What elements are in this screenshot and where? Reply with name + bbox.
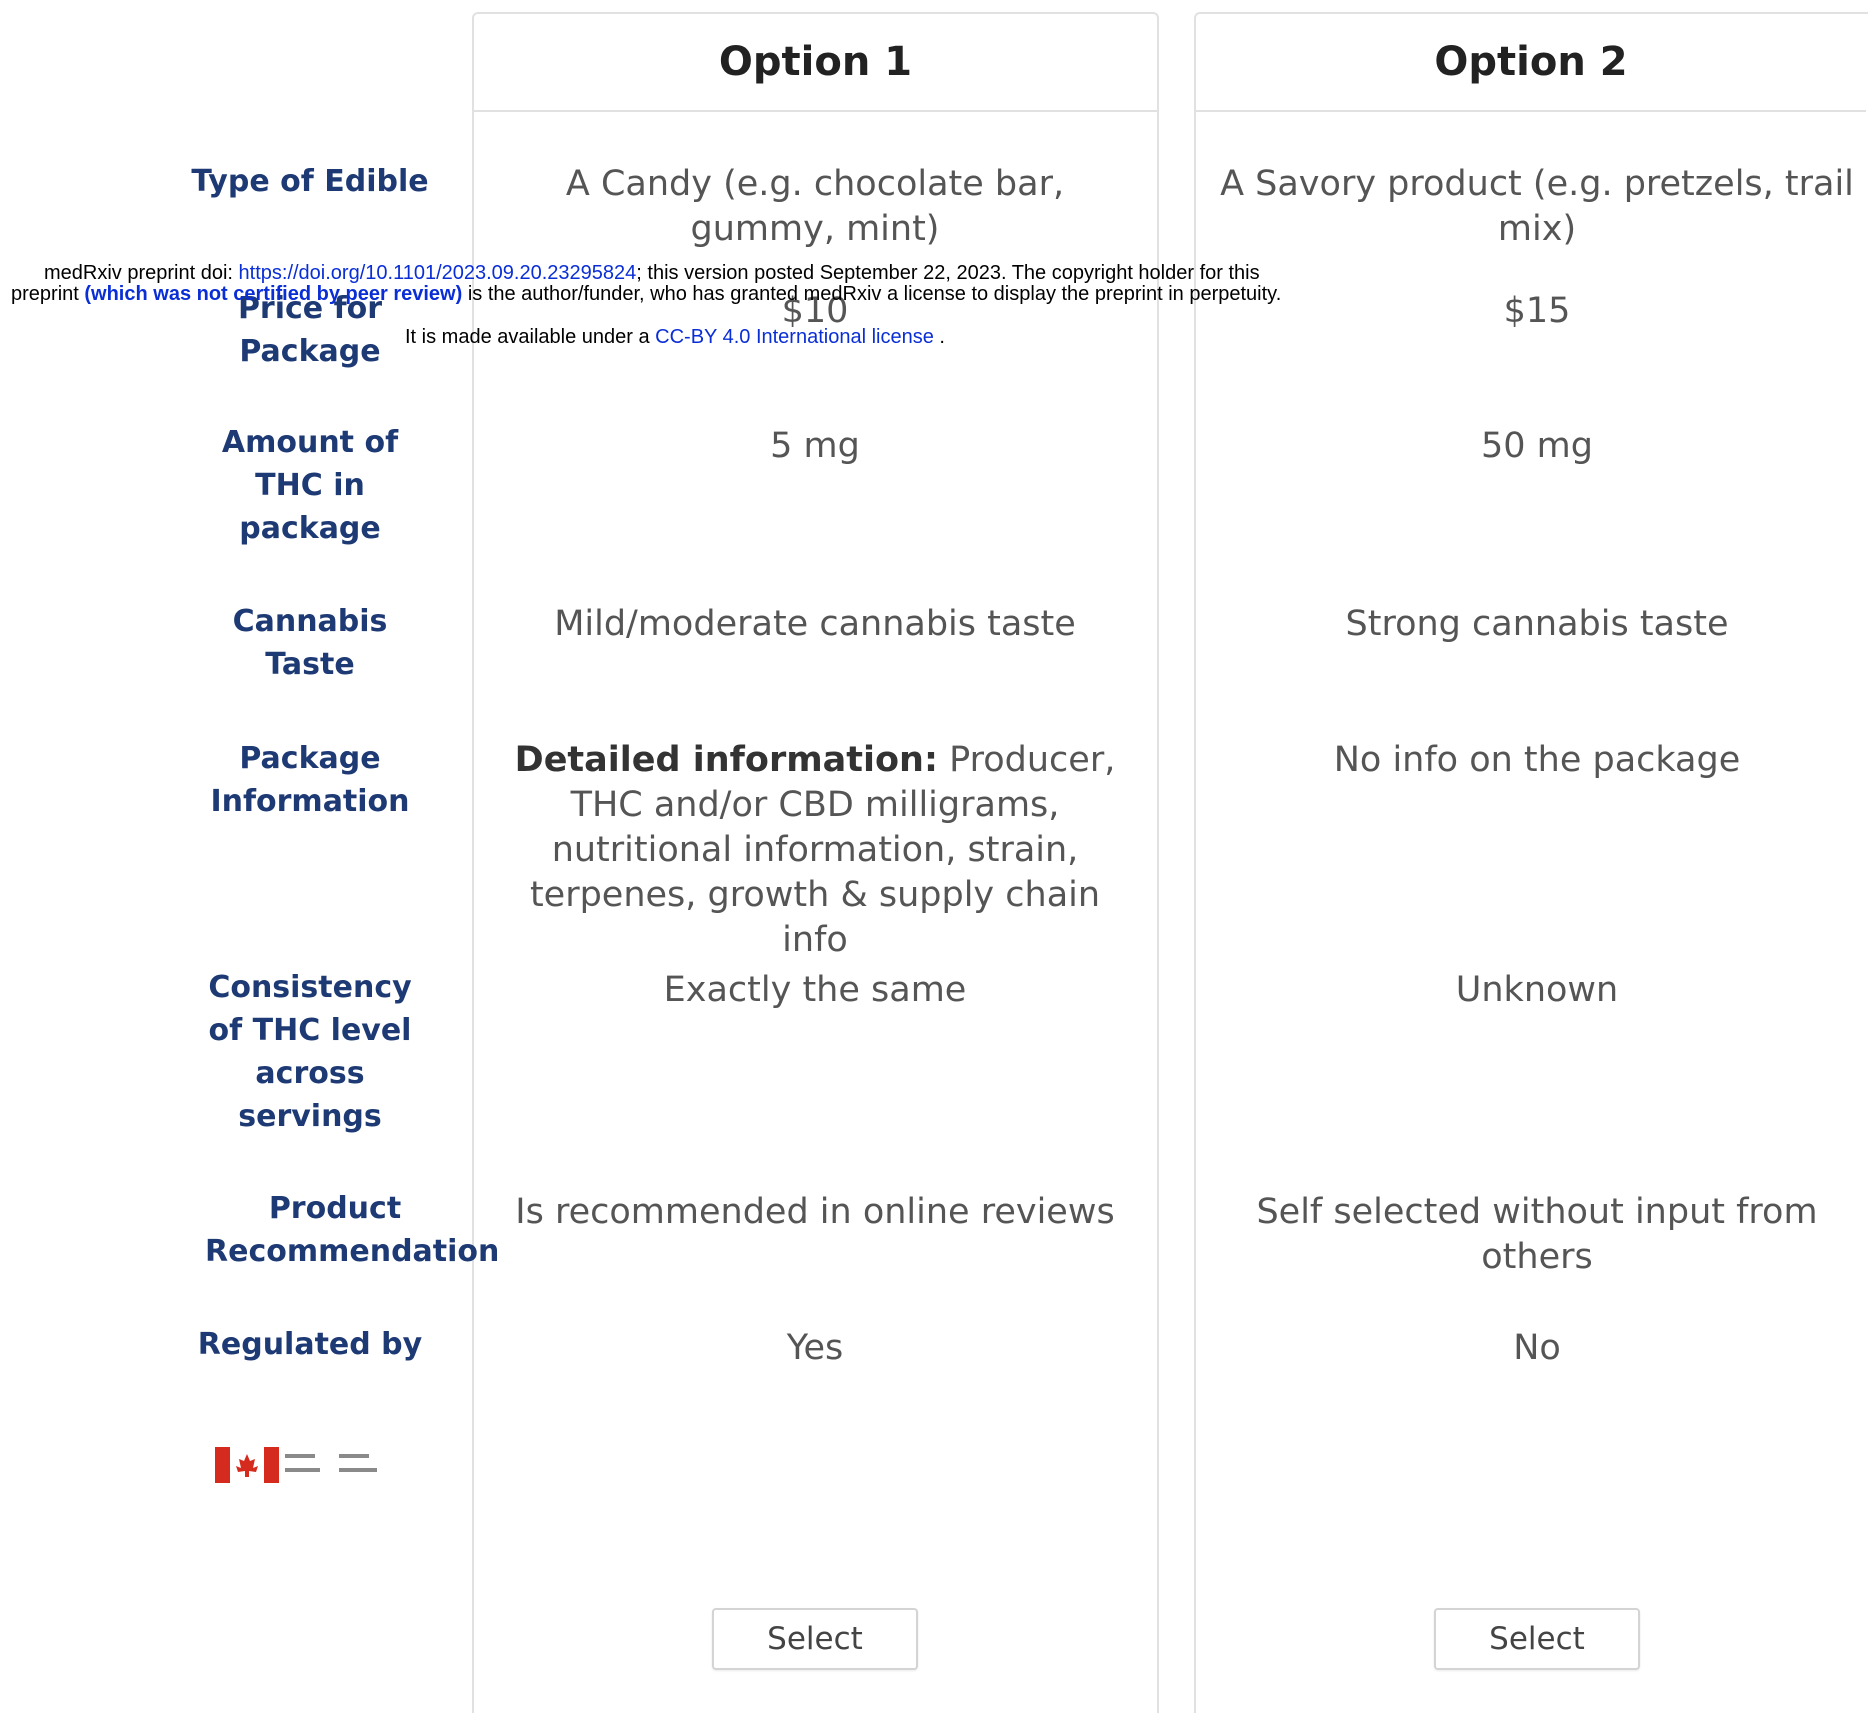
option-1-cannabis-taste: Mild/moderate cannabis taste [554, 604, 1076, 644]
preprint-notice-line-1: medRxiv preprint doi: https://doi.org/10… [44, 262, 1260, 284]
option-2-thc-consistency: Unknown [1455, 970, 1619, 1010]
option-2-select-button[interactable]: Select [1434, 1608, 1640, 1670]
option-1-select-button[interactable]: Select [712, 1608, 918, 1670]
preprint-notice-prefix: medRxiv preprint doi: [44, 262, 239, 284]
attribute-label-cannabis-taste: Cannabis Taste [232, 604, 388, 682]
option-2-type-of-edible: A Savory product (e.g. pretzels, trail m… [1220, 164, 1854, 249]
option-2-price: $15 [1503, 291, 1571, 331]
attribute-label-package-information: Package Information [210, 741, 410, 819]
preprint-notice-line-2-prefix: preprint [11, 283, 85, 305]
option-2-package-information: No info on the package [1333, 740, 1741, 780]
attribute-label-thc-amount: Amount of THC in package [221, 425, 399, 546]
option-1-type-of-edible: A Candy (e.g. chocolate bar, gummy, mint… [565, 164, 1065, 249]
option-2-thc-amount: 50 mg [1481, 426, 1593, 466]
attribute-label-thc-consistency: Consistency of THC level across servings [208, 970, 412, 1134]
option-2-title: Option 2 [1196, 14, 1866, 112]
option-1-package-information-bold: Detailed information: [514, 740, 938, 780]
license-link[interactable]: CC-BY 4.0 International license [655, 326, 934, 348]
option-2-card: Option 2 [1194, 12, 1868, 1713]
option-2-cannabis-taste: Strong cannabis taste [1345, 604, 1729, 644]
option-2-regulated: No [1513, 1328, 1561, 1368]
attribute-label-regulated-by: Regulated by [197, 1327, 423, 1362]
attribute-label-product-recommendation: Product Recommendation [205, 1191, 500, 1269]
preprint-notice-line-2-suffix: is the author/funder, who has granted me… [462, 283, 1282, 305]
option-1-thc-consistency: Exactly the same [663, 970, 967, 1010]
doi-link[interactable]: https://doi.org/10.1101/2023.09.20.23295… [239, 262, 637, 284]
option-1-thc-amount: 5 mg [770, 426, 860, 466]
option-1-title: Option 1 [474, 14, 1157, 112]
license-suffix: . [933, 326, 945, 348]
preprint-notice-line-2: preprint (which was not certified by pee… [11, 283, 1281, 305]
option-1-regulated: Yes [786, 1328, 844, 1368]
option-2-product-recommendation: Self selected without input from others [1256, 1192, 1818, 1277]
option-1-product-recommendation: Is recommended in online reviews [515, 1192, 1115, 1232]
preprint-notice-suffix: ; this version posted September 22, 2023… [636, 262, 1260, 284]
option-1-package-information: Detailed information: Producer, THC and/… [495, 738, 1135, 963]
license-prefix: It is made available under a [405, 326, 656, 348]
preprint-notice-line-3: It is made available under a CC-BY 4.0 I… [405, 326, 945, 348]
health-canada-logo [215, 1444, 405, 1486]
peer-review-notice: (which was not certified by peer review) [84, 283, 463, 305]
attribute-label-type-of-edible: Type of Edible [191, 164, 429, 199]
